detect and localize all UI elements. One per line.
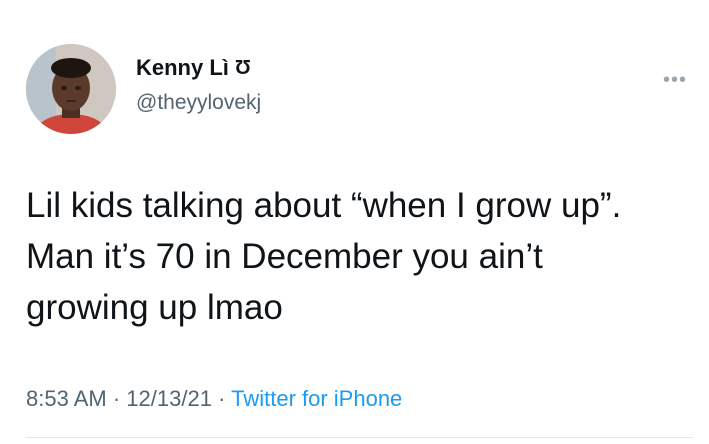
- more-options-icon[interactable]: •••: [663, 70, 687, 90]
- tweet-card: Kenny Lì Ʊ @theyylovekj ••• Lil kids tal…: [0, 0, 709, 444]
- author-handle[interactable]: @theyylovekj: [136, 91, 261, 115]
- profile-photo-icon: [26, 44, 116, 134]
- name-symbol: Ʊ: [234, 56, 251, 79]
- meta-separator: ·: [112, 386, 121, 411]
- tweet-text: Lil kids talking about “when I grow up”.…: [26, 186, 622, 327]
- meta-separator: ·: [218, 386, 226, 411]
- divider: [26, 437, 693, 438]
- tweet-time[interactable]: 8:53 AM: [26, 386, 107, 411]
- avatar[interactable]: [26, 44, 116, 134]
- tweet-source-link[interactable]: Twitter for iPhone: [231, 386, 402, 411]
- tweet-meta: 8:53 AM · 12/13/21 · Twitter for iPhone: [26, 386, 402, 412]
- tweet-date[interactable]: 12/13/21: [126, 386, 212, 411]
- author-display-name[interactable]: Kenny Lì: [136, 55, 229, 81]
- author-name-row[interactable]: Kenny Lì Ʊ: [136, 55, 251, 81]
